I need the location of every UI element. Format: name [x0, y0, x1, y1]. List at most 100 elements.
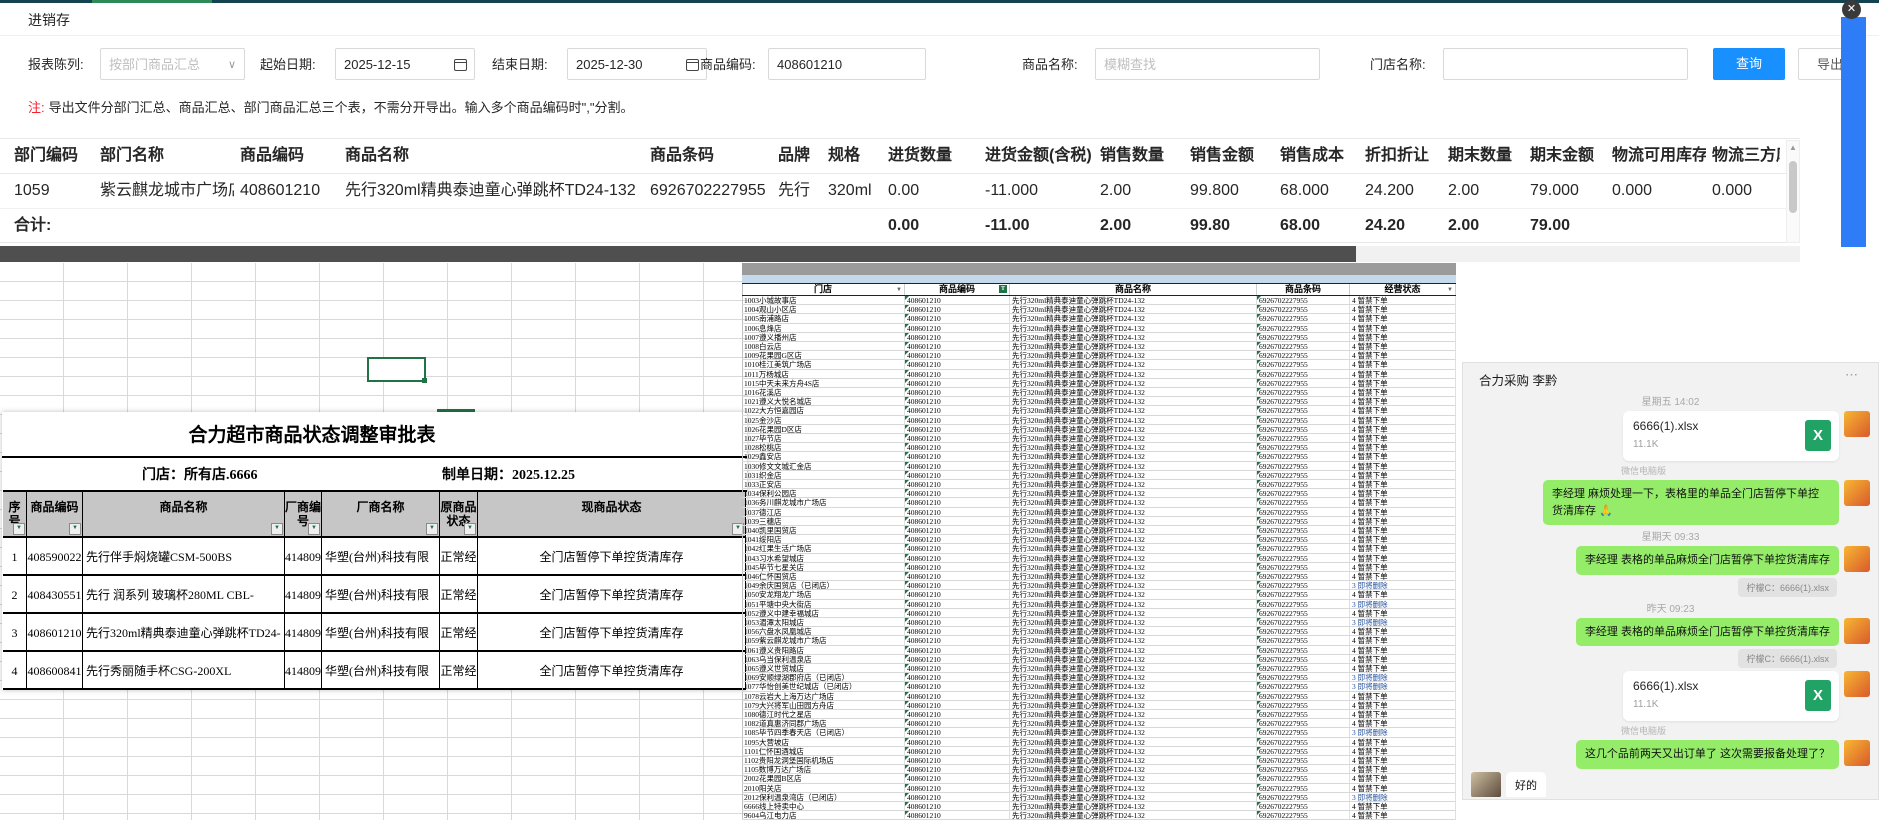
approval-header[interactable]: 商品编码▼	[27, 492, 83, 538]
excel-mid-cell[interactable]: 4 暂禁下单	[1350, 535, 1456, 544]
scrollbar-up-icon[interactable]: ▲	[1787, 143, 1799, 152]
excel-mid-cell[interactable]: 1040凯里国贸店	[742, 526, 905, 535]
excel-mid-cell[interactable]: 408601210	[905, 590, 1010, 599]
excel-mid-cell[interactable]: 408601210	[905, 535, 1010, 544]
excel-mid-cell[interactable]: 408601210	[905, 563, 1010, 572]
avatar[interactable]	[1844, 618, 1870, 644]
approval-header[interactable]: 商品名称▼	[83, 492, 285, 538]
excel-mid-cell[interactable]: 先行320ml精典泰迪童心弹跳杯TD24-132	[1010, 462, 1257, 471]
more-icon[interactable]: ⋯	[1845, 367, 1864, 383]
excel-mid-cell[interactable]: 4 暂禁下单	[1350, 480, 1456, 489]
excel-mid-cell[interactable]: 1033正安店	[742, 480, 905, 489]
excel-mid-cell[interactable]: 6926702227955	[1257, 756, 1350, 765]
approval-cell[interactable]: 先行 润系列 玻璃杯280ML CBL-25R528	[83, 576, 285, 614]
excel-mid-cell[interactable]: 6926702227955	[1257, 508, 1350, 517]
excel-mid-cell[interactable]: 408601210	[905, 360, 1010, 369]
excel-mid-cell[interactable]: 6926702227955	[1257, 314, 1350, 323]
excel-mid-cell[interactable]: 408601210	[905, 719, 1010, 728]
excel-mid-cell[interactable]: 408601210	[905, 747, 1010, 756]
excel-mid-cell[interactable]: 先行320ml精典泰迪童心弹跳杯TD24-132	[1010, 590, 1257, 599]
excel-mid-cell[interactable]: 6926702227955	[1257, 692, 1350, 701]
excel-mid-cell[interactable]: 4 暂禁下单	[1350, 692, 1456, 701]
excel-mid-cell[interactable]: 3 即将删除	[1350, 673, 1456, 682]
excel-mid-cell[interactable]: 3 即将删除	[1350, 600, 1456, 609]
excel-mid-cell[interactable]: 408601210	[905, 526, 1010, 535]
excel-mid-cell[interactable]: 先行320ml精典泰迪童心弹跳杯TD24-132	[1010, 406, 1257, 415]
excel-mid-cell[interactable]: 4 暂禁下单	[1350, 563, 1456, 572]
excel-mid-cell[interactable]: 408601210	[905, 342, 1010, 351]
excel-mid-cell[interactable]: 先行320ml精典泰迪童心弹跳杯TD24-132	[1010, 563, 1257, 572]
excel-mid-cell[interactable]: 先行320ml精典泰迪童心弹跳杯TD24-132	[1010, 360, 1257, 369]
excel-mid-cell[interactable]: 4 暂禁下单	[1350, 590, 1456, 599]
excel-mid-cell[interactable]: 4 暂禁下单	[1350, 462, 1456, 471]
excel-mid-cell[interactable]: 6926702227955	[1257, 498, 1350, 507]
excel-mid-cell[interactable]: 3 即将删除	[1350, 581, 1456, 590]
excel-mid-cell[interactable]: 先行320ml精典泰迪童心弹跳杯TD24-132	[1010, 765, 1257, 774]
excel-mid-cell[interactable]: 6926702227955	[1257, 793, 1350, 802]
file-message[interactable]: 6666(1).xlsx 11.1K X	[1471, 671, 1870, 721]
quoted-message[interactable]: 柠檬C：6666(1).xlsx	[1738, 649, 1837, 668]
excel-mid-cell[interactable]: 4 暂禁下单	[1350, 517, 1456, 526]
excel-mid-cell[interactable]: 先行320ml精典泰迪童心弹跳杯TD24-132	[1010, 738, 1257, 747]
excel-mid-cell[interactable]: 先行320ml精典泰迪童心弹跳杯TD24-132	[1010, 324, 1257, 333]
excel-mid-cell[interactable]: 1006息烽店	[742, 324, 905, 333]
approval-cell[interactable]: 408601210	[27, 614, 83, 652]
excel-mid-cell[interactable]: 4 暂禁下单	[1350, 756, 1456, 765]
excel-mid-cell[interactable]: 1042红果生活广场店	[742, 544, 905, 553]
excel-mid-cell[interactable]: 1009花果园G区店	[742, 351, 905, 360]
approval-cell[interactable]: 全门店暂停下单控货清库存	[478, 538, 746, 576]
excel-mid-cell[interactable]: 4 暂禁下单	[1350, 379, 1456, 388]
excel-mid-cell[interactable]: 1053湄潭太阳城店	[742, 618, 905, 627]
filter-active-icon[interactable]: T	[999, 285, 1007, 293]
excel-mid-cell[interactable]: 4 暂禁下单	[1350, 627, 1456, 636]
excel-mid-cell[interactable]: 4 暂禁下单	[1350, 416, 1456, 425]
filter-icon[interactable]: ▼	[271, 523, 283, 535]
excel-mid-cell[interactable]: 408601210	[905, 600, 1010, 609]
excel-mid-cell[interactable]: 408601210	[905, 471, 1010, 480]
excel-mid-cell[interactable]: 408601210	[905, 324, 1010, 333]
excel-mid-cell[interactable]: 4 暂禁下单	[1350, 719, 1456, 728]
avatar[interactable]	[1844, 740, 1870, 766]
excel-mid-cell[interactable]: 先行320ml精典泰迪童心弹跳杯TD24-132	[1010, 682, 1257, 691]
excel-mid-cell[interactable]: 先行320ml精典泰迪童心弹跳杯TD24-132	[1010, 793, 1257, 802]
excel-mid-cell[interactable]: 先行320ml精典泰迪童心弹跳杯TD24-132	[1010, 646, 1257, 655]
excel-mid-cell[interactable]: 4 暂禁下单	[1350, 636, 1456, 645]
excel-mid-cell[interactable]: 408601210	[905, 609, 1010, 618]
excel-mid-cell[interactable]: 4 暂禁下单	[1350, 774, 1456, 783]
excel-mid-cell[interactable]: 先行320ml精典泰迪童心弹跳杯TD24-132	[1010, 728, 1257, 737]
excel-mid-cell[interactable]: 6926702227955	[1257, 572, 1350, 581]
avatar[interactable]	[1844, 546, 1870, 572]
excel-mid-cell[interactable]: 6926702227955	[1257, 526, 1350, 535]
approval-cell[interactable]: 正常经营	[440, 576, 478, 614]
excel-mid-cell[interactable]: 408601210	[905, 682, 1010, 691]
excel-mid-cell[interactable]: 1050安龙翔龙广场店	[742, 590, 905, 599]
excel-mid-cell[interactable]: 6926702227955	[1257, 379, 1350, 388]
excel-mid-cell[interactable]: 4 暂禁下单	[1350, 305, 1456, 314]
excel-mid-cell[interactable]: 4 暂禁下单	[1350, 388, 1456, 397]
excel-mid-cell[interactable]: 6926702227955	[1257, 609, 1350, 618]
excel-mid-cell[interactable]: 1037德江店	[742, 508, 905, 517]
excel-mid-cell[interactable]: 6926702227955	[1257, 434, 1350, 443]
excel-mid-cell[interactable]: 1052遵义中建幸福城店	[742, 609, 905, 618]
excel-mid-cell[interactable]: 4 暂禁下单	[1350, 544, 1456, 553]
excel-mid-cell[interactable]: 408601210	[905, 627, 1010, 636]
excel-mid-cell[interactable]: 408601210	[905, 701, 1010, 710]
excel-mid-cell[interactable]: 6926702227955	[1257, 774, 1350, 783]
excel-mid-cell[interactable]: 1016花溪店	[742, 388, 905, 397]
excel-mid-cell[interactable]: 6926702227955	[1257, 636, 1350, 645]
excel-mid-cell[interactable]: 408601210	[905, 664, 1010, 673]
excel-mid-cell[interactable]: 4 暂禁下单	[1350, 443, 1456, 452]
excel-mid-cell[interactable]: 6926702227955	[1257, 618, 1350, 627]
excel-mid-cell[interactable]: 4 暂禁下单	[1350, 434, 1456, 443]
horizontal-scrollbar-thumb[interactable]	[0, 246, 1356, 262]
product-code-input[interactable]: 408601210	[768, 48, 926, 80]
excel-mid-cell[interactable]: 1011万杨城店	[742, 370, 905, 379]
excel-mid-cell[interactable]: 408601210	[905, 397, 1010, 406]
excel-mid-cell[interactable]: 先行320ml精典泰迪童心弹跳杯TD24-132	[1010, 811, 1257, 820]
excel-mid-cell[interactable]: 1029鑫安店	[742, 452, 905, 461]
wechat-window[interactable]: 合力采购 李黔 ⋯ 星期五 14:02 6666(1).xlsx 11.1K X…	[1462, 362, 1879, 800]
excel-mid-cell[interactable]: 1065遵义世贸城店	[742, 664, 905, 673]
excel-mid-cell[interactable]: 6926702227955	[1257, 682, 1350, 691]
approval-cell[interactable]: 408600841	[27, 652, 83, 690]
excel-mid-cell[interactable]: 6926702227955	[1257, 388, 1350, 397]
